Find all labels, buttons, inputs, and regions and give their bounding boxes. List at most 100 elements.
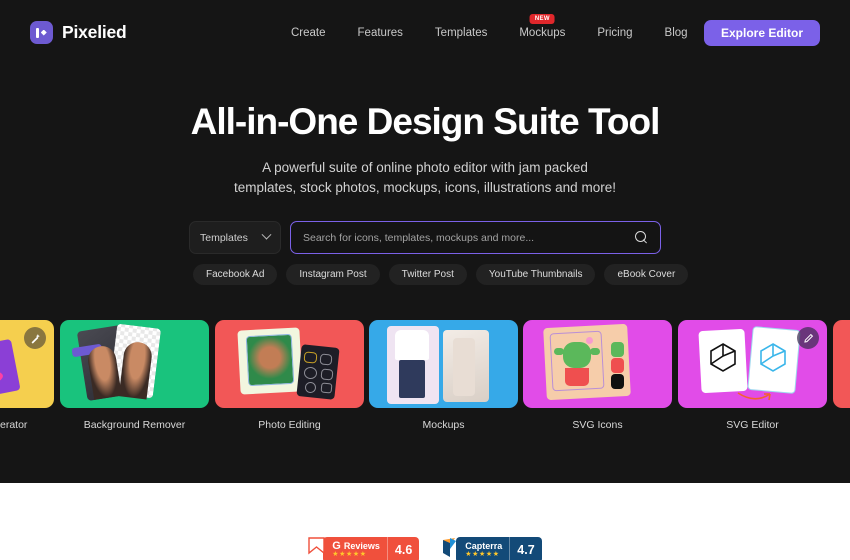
card-art-cactus-arm — [590, 348, 600, 355]
carousel-slot: SVG Editor — [678, 320, 827, 431]
nav-item-templates[interactable]: Templates — [419, 27, 503, 39]
card-art-swatch — [611, 374, 624, 389]
g2-label: Reviews — [343, 541, 380, 551]
carousel-slot — [833, 320, 850, 408]
carousel-slot: erator — [0, 320, 54, 431]
g2-badge-body: G Reviews ★★★★★ 4.6 — [323, 537, 420, 560]
card-art-shape — [0, 338, 21, 398]
card-art-portrait — [245, 333, 295, 387]
nav-label: Blog — [664, 27, 688, 39]
search-category-dropdown[interactable]: Templates — [189, 221, 281, 254]
chevron-down-icon — [261, 229, 272, 240]
review-badges: G Reviews ★★★★★ 4.6 Capterra ★★★★★ 4.7 — [0, 536, 850, 560]
g2-flag-icon — [308, 537, 325, 555]
chip-ebook-cover[interactable]: eBook Cover — [604, 264, 689, 285]
magic-wand-glyph — [31, 333, 40, 344]
page-title: All-in-One Design Suite Tool — [190, 101, 661, 142]
capterra-review-badge[interactable]: Capterra ★★★★★ 4.7 — [441, 536, 542, 560]
brand-name: Pixelied — [62, 22, 127, 42]
capterra-badge-body: Capterra ★★★★★ 4.7 — [456, 537, 542, 560]
capterra-badge-main: Capterra ★★★★★ — [456, 537, 509, 560]
g2-stars: ★★★★★ — [332, 551, 367, 558]
g2-badge-main: G Reviews ★★★★★ — [323, 537, 387, 560]
feature-card-label: Photo Editing — [258, 419, 321, 431]
nav-label: Mockups — [519, 27, 566, 39]
card-art-swatch — [320, 368, 334, 381]
feature-card-label: SVG Icons — [572, 419, 623, 431]
pencil-glyph — [803, 333, 813, 343]
nav-item-mockups[interactable]: NEW Mockups — [503, 14, 581, 39]
cube-outline-icon — [710, 343, 736, 372]
capterra-score: 4.7 — [509, 537, 541, 560]
card-art-flower — [586, 337, 593, 344]
card-art-garment — [399, 360, 425, 398]
capterra-flag-icon — [443, 538, 457, 557]
card-art-cactus-arm — [554, 348, 564, 355]
nav-item-create[interactable]: Create — [275, 27, 342, 39]
capterra-stars: ★★★★★ — [465, 551, 500, 558]
navbar: Pixelied Create Features Templates NEW M… — [0, 0, 850, 66]
feature-card-mockups[interactable] — [369, 320, 518, 408]
search-icon[interactable] — [635, 231, 648, 244]
g2-badge-name: G Reviews — [332, 541, 380, 552]
feature-carousel: erator Background Remover Photo Editing … — [0, 320, 850, 440]
feature-card-background-remover[interactable] — [60, 320, 209, 408]
card-art-cactus — [563, 342, 591, 368]
feature-card-svg-icons[interactable] — [523, 320, 672, 408]
curved-arrow-icon — [737, 392, 771, 401]
logo-diamond-shape — [40, 29, 47, 36]
pixelied-logo-icon — [30, 21, 53, 44]
feature-card-label: Background Remover — [83, 419, 186, 431]
feature-card-partial-right[interactable] — [833, 320, 850, 408]
nav-item-pricing[interactable]: Pricing — [581, 27, 648, 39]
logo-bar-shape — [36, 27, 39, 38]
nav-item-blog[interactable]: Blog — [649, 27, 704, 39]
hero-subtitle: A powerful suite of online photo editor … — [0, 158, 850, 198]
nav-label: Templates — [434, 27, 488, 39]
chip-facebook-ad[interactable]: Facebook Ad — [193, 264, 278, 285]
nav-label: Create — [291, 27, 326, 39]
chip-instagram-post[interactable]: Instagram Post — [286, 264, 380, 285]
brand-logo[interactable]: Pixelied — [30, 21, 127, 44]
feature-card-ai-image-generator[interactable] — [0, 320, 54, 408]
feature-card-label: erator — [0, 419, 28, 431]
pencil-icon — [797, 327, 819, 349]
chip-youtube-thumbnails[interactable]: YouTube Thumbnails — [475, 264, 596, 285]
nav-item-features[interactable]: Features — [342, 27, 419, 39]
g2-review-badge[interactable]: G Reviews ★★★★★ 4.6 — [308, 536, 420, 560]
search-category-value: Templates — [200, 231, 248, 244]
card-art-swatch — [611, 342, 624, 357]
card-art-garment — [453, 338, 475, 396]
magic-wand-icon — [24, 327, 46, 349]
nav-label: Features — [357, 27, 403, 39]
card-art-pot — [565, 368, 589, 386]
card-art-swatch — [320, 382, 333, 394]
search-box[interactable] — [290, 221, 661, 254]
nav-label: Pricing — [597, 27, 633, 39]
new-badge: NEW — [529, 14, 555, 24]
carousel-slot: Photo Editing — [215, 320, 364, 431]
card-art-swatch — [611, 358, 624, 373]
page-root: Pixelied Create Features Templates NEW M… — [0, 0, 850, 560]
explore-editor-button[interactable]: Explore Editor — [703, 20, 820, 46]
search-row: Templates — [189, 221, 661, 254]
g2-score: 4.6 — [386, 537, 419, 560]
feature-card-label: SVG Editor — [726, 419, 779, 431]
capterra-badge-name: Capterra — [465, 541, 503, 551]
quick-filter-chips: Facebook Ad Instagram Post Twitter Post … — [193, 264, 689, 285]
search-input[interactable] — [303, 231, 635, 244]
nav-links: Create Features Templates NEW Mockups Pr… — [275, 0, 767, 66]
card-art-garment — [395, 330, 429, 360]
chip-twitter-post[interactable]: Twitter Post — [388, 264, 467, 285]
carousel-slot: Background Remover — [60, 320, 209, 431]
feature-card-photo-editing[interactable] — [215, 320, 364, 408]
hero-subtitle-line2: templates, stock photos, mockups, icons,… — [234, 180, 616, 195]
feature-card-svg-editor[interactable] — [678, 320, 827, 408]
hero-section: Pixelied Create Features Templates NEW M… — [0, 0, 850, 483]
cube-outline-blue-icon — [760, 343, 786, 372]
card-art-swatch — [319, 353, 333, 366]
hero-subtitle-line1: A powerful suite of online photo editor … — [262, 160, 588, 175]
feature-card-label: Mockups — [422, 419, 465, 431]
card-art-swatch — [303, 351, 318, 364]
carousel-slot: Mockups — [369, 320, 518, 431]
